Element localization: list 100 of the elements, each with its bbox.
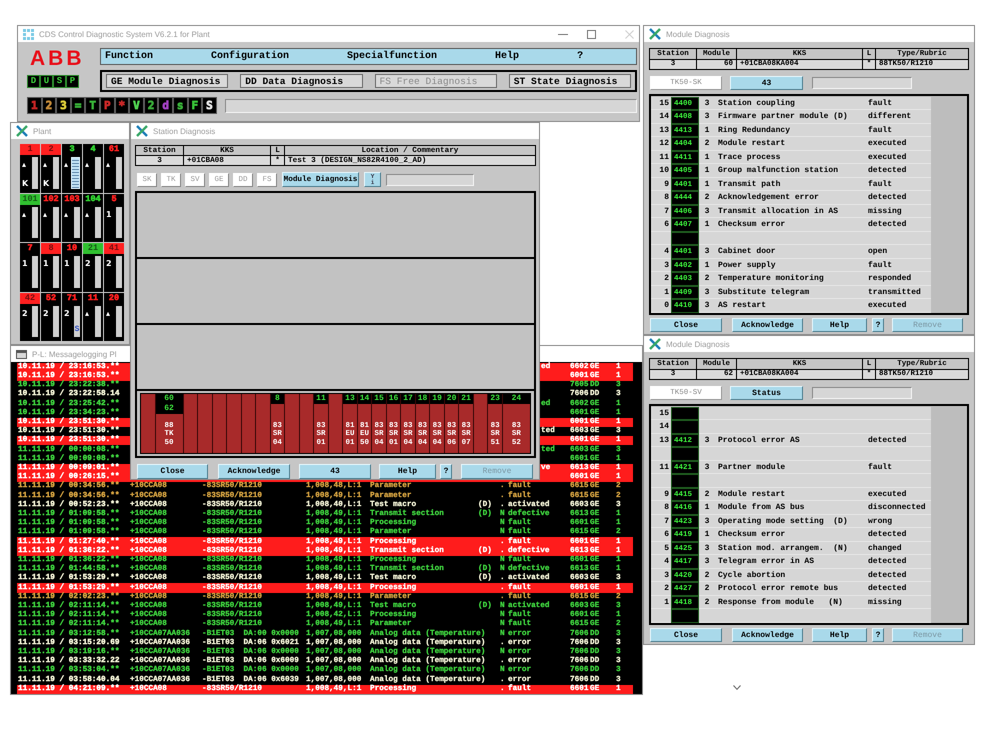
slot-number: 15 [372, 394, 386, 404]
rack-mark: ▴ [22, 210, 26, 218]
diagnosis-tab[interactable]: GE Module Diagnosis [106, 74, 228, 88]
station-tile[interactable]: 41 2 [104, 243, 124, 292]
info-field[interactable] [812, 387, 912, 399]
rack-bar: S [74, 306, 80, 337]
station-tile[interactable]: 3 ▴ [62, 144, 82, 192]
close-button[interactable]: Close [137, 464, 208, 479]
station-tile[interactable]: 1 ▴ K [20, 144, 40, 192]
rack-mark: 1 [64, 259, 70, 268]
filter-key[interactable]: s [172, 97, 188, 114]
count-button[interactable]: 43 [299, 464, 371, 479]
filter-key[interactable]: * [114, 97, 130, 114]
help-button[interactable]: Help [379, 464, 436, 479]
question-button[interactable]: ? [872, 628, 884, 642]
station-number: 101 [22, 194, 38, 204]
rack-mark: 2 [85, 259, 91, 268]
help-button[interactable]: Help [812, 628, 867, 642]
filter-key[interactable]: 3 [56, 97, 71, 114]
command-field[interactable] [224, 98, 637, 112]
station-number: 102 [43, 194, 59, 204]
help-button[interactable]: Help [812, 318, 867, 332]
filter-key[interactable]: = [70, 97, 86, 114]
filter-key[interactable]: 2 [144, 97, 158, 114]
station-tile[interactable]: 61 ▴ [104, 144, 124, 192]
rack-mark: ▴ [85, 308, 90, 318]
question-button[interactable]: ? [872, 318, 884, 332]
station-number: 61 [108, 145, 120, 154]
station-tile[interactable]: 101 ▴ [20, 194, 40, 242]
slot-number: 23 [488, 394, 502, 404]
filter-key[interactable]: P [100, 97, 115, 114]
close-button[interactable]: Close [650, 628, 722, 642]
station-tile[interactable]: 20 ▴ [104, 292, 124, 341]
status-field[interactable] [386, 174, 474, 186]
slot-number: 14 [358, 394, 372, 404]
window-title: CDS Control Diagnostic System V6.2.1 for Plant [39, 30, 210, 38]
station-tile[interactable]: 102 ▴ [41, 194, 61, 242]
mode-key[interactable]: D [27, 74, 40, 88]
rack-mark: 2 [64, 308, 70, 318]
acknowledge-button[interactable]: Acknowledge [732, 628, 803, 642]
station-tile[interactable]: 11 ▴ [83, 292, 103, 341]
maximize-icon [587, 30, 596, 38]
station-number: 52 [46, 294, 56, 302]
mode-key[interactable]: U [40, 74, 53, 88]
station-tile[interactable]: 10 1 [62, 243, 82, 292]
station-number: 8 [48, 244, 54, 253]
station-tile[interactable]: 42 2 [20, 292, 40, 341]
diagnosis-tab[interactable]: DD Data Diagnosis [240, 74, 362, 88]
station-tile[interactable]: 104 ▴ [83, 194, 103, 242]
logo: ABB [30, 48, 84, 69]
cross-icon [16, 125, 28, 137]
acknowledge-button[interactable]: Acknowledge [732, 318, 803, 332]
menu-item[interactable]: Help [495, 51, 520, 62]
station-number: 10 [66, 244, 78, 253]
station-number: 104 [85, 194, 101, 204]
station-tile[interactable]: 103 ▴ [62, 194, 82, 242]
rack-mark: 2 [43, 308, 49, 318]
window-title: Module Diagnosis [666, 30, 730, 38]
action-button[interactable]: 43 [730, 76, 803, 90]
rack-mark: ▴ [106, 308, 110, 318]
slot-number: 19 [430, 394, 444, 404]
rack-mark: ▴ [64, 160, 68, 169]
station-tile[interactable]: 8 1 [41, 243, 61, 292]
question-button[interactable]: ? [440, 464, 452, 479]
station-number: 1 [27, 145, 33, 154]
mode-key[interactable]: P [66, 74, 79, 88]
filter-key[interactable]: S [202, 97, 217, 114]
filter-key[interactable]: T [85, 97, 100, 114]
rack-mark: 1 [43, 259, 49, 268]
diagnosis-tab[interactable]: ST State Diagnosis [508, 74, 631, 88]
menu-item[interactable]: Specialfunction [347, 51, 438, 62]
rack-mark: K [22, 178, 28, 188]
acknowledge-button[interactable]: Acknowledge [218, 464, 290, 479]
filter-key[interactable]: 2 [42, 97, 56, 114]
station-tile[interactable]: 4 ▴ [83, 144, 103, 192]
action-button[interactable]: Status [730, 386, 803, 400]
station-tile[interactable]: 7 1 [20, 243, 40, 292]
station-tile[interactable]: 21 2 [83, 243, 103, 292]
window-icon [16, 350, 27, 358]
station-tile[interactable]: 2 ▴ K [41, 144, 61, 192]
rack-mark: ▴ [85, 210, 90, 218]
event-text: AS restart [715, 299, 865, 313]
filter-key[interactable]: F [188, 97, 202, 114]
station-number: 20 [108, 294, 120, 302]
menu-item[interactable]: ? [577, 51, 584, 62]
menu-item[interactable]: Function [105, 51, 154, 62]
slot-number: 21 [459, 394, 473, 404]
mode-key[interactable]: S [53, 74, 66, 88]
station-tile[interactable]: 71 2 S [62, 292, 82, 341]
info-field[interactable] [812, 77, 912, 89]
station-number: 2 [48, 145, 54, 154]
station-tile[interactable]: 52 2 [41, 292, 61, 341]
filter-key[interactable]: 1 [27, 97, 42, 114]
station-number: 41 [108, 244, 120, 253]
close-button[interactable]: Close [650, 318, 722, 332]
station-tile[interactable]: 5 1 [104, 194, 124, 242]
filter-key[interactable]: d [158, 97, 173, 114]
menu-item[interactable]: Configuration [211, 51, 290, 62]
station-number: 71 [66, 294, 78, 302]
filter-key[interactable]: V [129, 97, 144, 114]
